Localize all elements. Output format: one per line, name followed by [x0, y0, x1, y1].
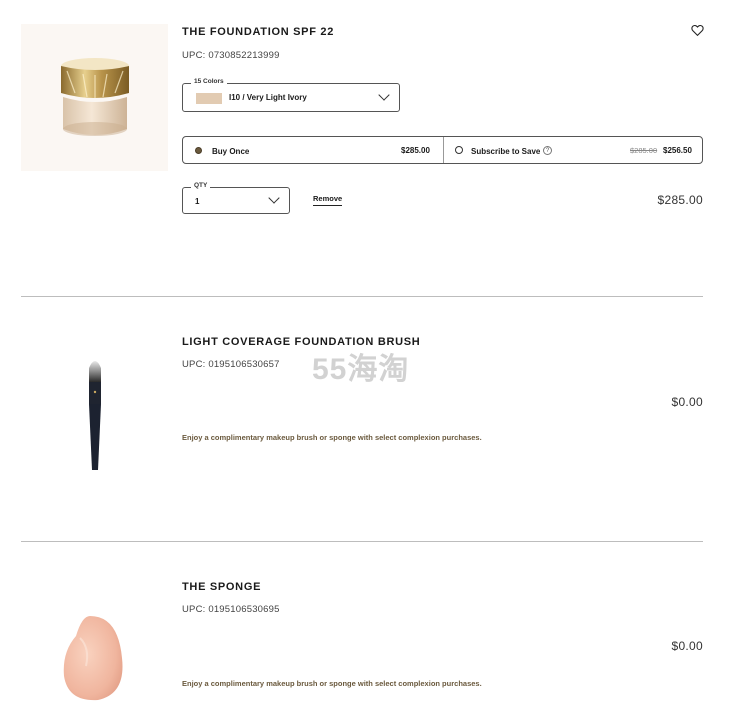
- subscribe-new-price: $256.50: [663, 146, 692, 155]
- quantity-select[interactable]: QTY 1: [182, 182, 290, 214]
- color-select[interactable]: 15 Colors I10 / Very Light Ivory: [182, 78, 400, 112]
- foundation-jar-icon: [60, 57, 129, 136]
- radio-unselected-icon: [455, 146, 463, 154]
- info-icon[interactable]: ?: [543, 146, 552, 155]
- color-select-legend: 15 Colors: [191, 78, 227, 85]
- sponge-icon: [63, 615, 122, 700]
- item-divider: [21, 541, 703, 542]
- chevron-down-icon: [378, 89, 390, 101]
- buy-once-label: Buy Once: [212, 147, 250, 156]
- subscribe-old-price: $285.00: [630, 146, 658, 155]
- wishlist-button[interactable]: [691, 24, 704, 37]
- product-upc: UPC: 0195106530695: [182, 604, 280, 615]
- watermark: 55海淘: [312, 353, 410, 386]
- product-image-foundation[interactable]: [21, 24, 168, 171]
- buy-once-option[interactable]: Buy Once $285.00: [183, 137, 443, 163]
- product-title[interactable]: THE SPONGE: [182, 581, 261, 593]
- subscribe-option[interactable]: Subscribe to Save ? $285.00 $256.50: [444, 137, 703, 163]
- purchase-options: Buy Once $285.00 Subscribe to Save ? $28…: [182, 136, 703, 164]
- product-upc: UPC: 0730852213999: [182, 50, 280, 61]
- chevron-down-icon: [268, 192, 280, 204]
- remove-link[interactable]: Remove: [313, 194, 343, 206]
- heart-icon: [691, 24, 704, 37]
- quantity-legend: QTY: [191, 182, 211, 189]
- subscribe-label: Subscribe to Save: [471, 147, 541, 156]
- product-image-sponge[interactable]: [21, 584, 168, 728]
- line-item-price: $0.00: [671, 395, 703, 409]
- quantity-value: 1: [195, 197, 200, 206]
- promo-message: Enjoy a complimentary makeup brush or sp…: [182, 433, 482, 442]
- color-swatch: [196, 93, 222, 104]
- product-image-brush[interactable]: [21, 338, 168, 485]
- color-select-value: I10 / Very Light Ivory: [229, 93, 307, 102]
- line-item-price: $0.00: [671, 639, 703, 653]
- promo-message: Enjoy a complimentary makeup brush or sp…: [182, 679, 482, 688]
- radio-selected-icon: [195, 147, 202, 154]
- foundation-brush-icon: [88, 360, 101, 470]
- product-title[interactable]: THE FOUNDATION SPF 22: [182, 26, 334, 38]
- product-upc: UPC: 0195106530657: [182, 359, 280, 370]
- line-item-price: $285.00: [657, 193, 703, 207]
- item-divider: [21, 296, 703, 297]
- buy-once-price: $285.00: [401, 146, 430, 155]
